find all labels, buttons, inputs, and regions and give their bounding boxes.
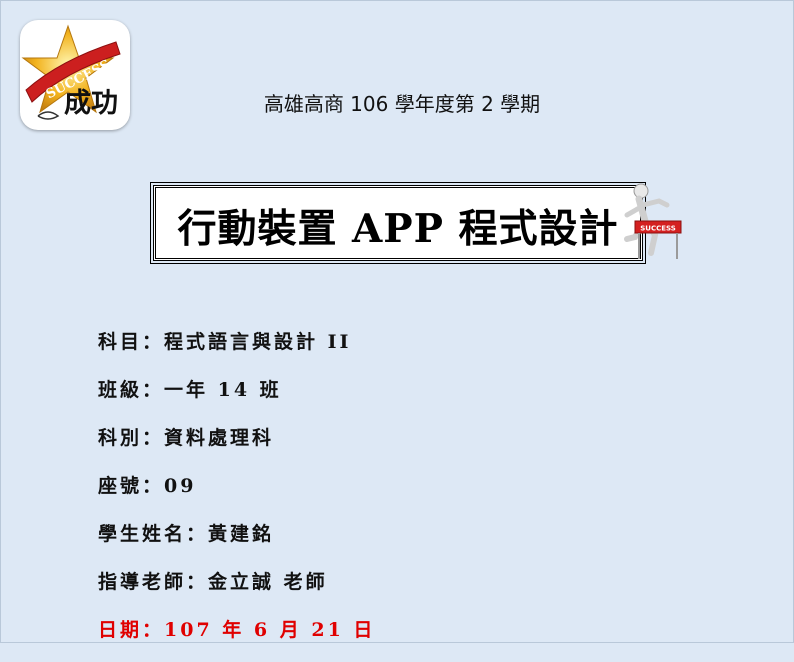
title-box: 行動裝置 APP 程式設計 [150,182,646,264]
student-name-label: 學生姓名： [98,523,209,545]
date-value: 107 年 6 月 21 日 [164,619,376,641]
student-name-value: 黃建銘 [208,523,275,545]
course-title: 行動裝置 APP 程式設計 [177,206,619,252]
class-label: 班級： [98,379,165,401]
subject-label: 科目： [98,331,165,353]
cover-page: SUCCESS 成功 高雄高商 106 學年度第 2 學期 行動裝置 APP 程… [0,0,794,643]
school-semester-line: 高雄高商 106 學年度第 2 學期 [263,92,541,116]
class-value: 一年 14 班 [164,379,282,401]
info-row-subject: 科目：程式語言與設計 II [98,326,375,374]
runner-success-figure: SUCCESS [615,181,685,263]
student-info: 科目：程式語言與設計 II 班級：一年 14 班 科別：資料處理科 座號：09 … [98,326,375,662]
teacher-label: 指導老師： [98,571,209,593]
date-label: 日期： [98,619,165,641]
svg-text:SUCCESS: SUCCESS [640,225,676,233]
info-row-department: 科別：資料處理科 [98,422,375,470]
seat-number-value: 09 [164,475,197,497]
info-row-student-name: 學生姓名：黃建銘 [98,518,375,566]
department-label: 科別： [98,427,165,449]
runner-icon: SUCCESS [624,183,682,259]
info-row-teacher: 指導老師：金立誠 老師 [98,566,375,614]
info-row-class: 班級：一年 14 班 [98,374,375,422]
subject-value: 程式語言與設計 II [164,331,352,353]
info-row-date: 日期：107 年 6 月 21 日 [98,614,375,662]
teacher-value: 金立誠 老師 [208,571,328,593]
info-row-seat-number: 座號：09 [98,470,375,518]
seat-number-label: 座號： [98,475,165,497]
department-value: 資料處理科 [164,427,275,449]
